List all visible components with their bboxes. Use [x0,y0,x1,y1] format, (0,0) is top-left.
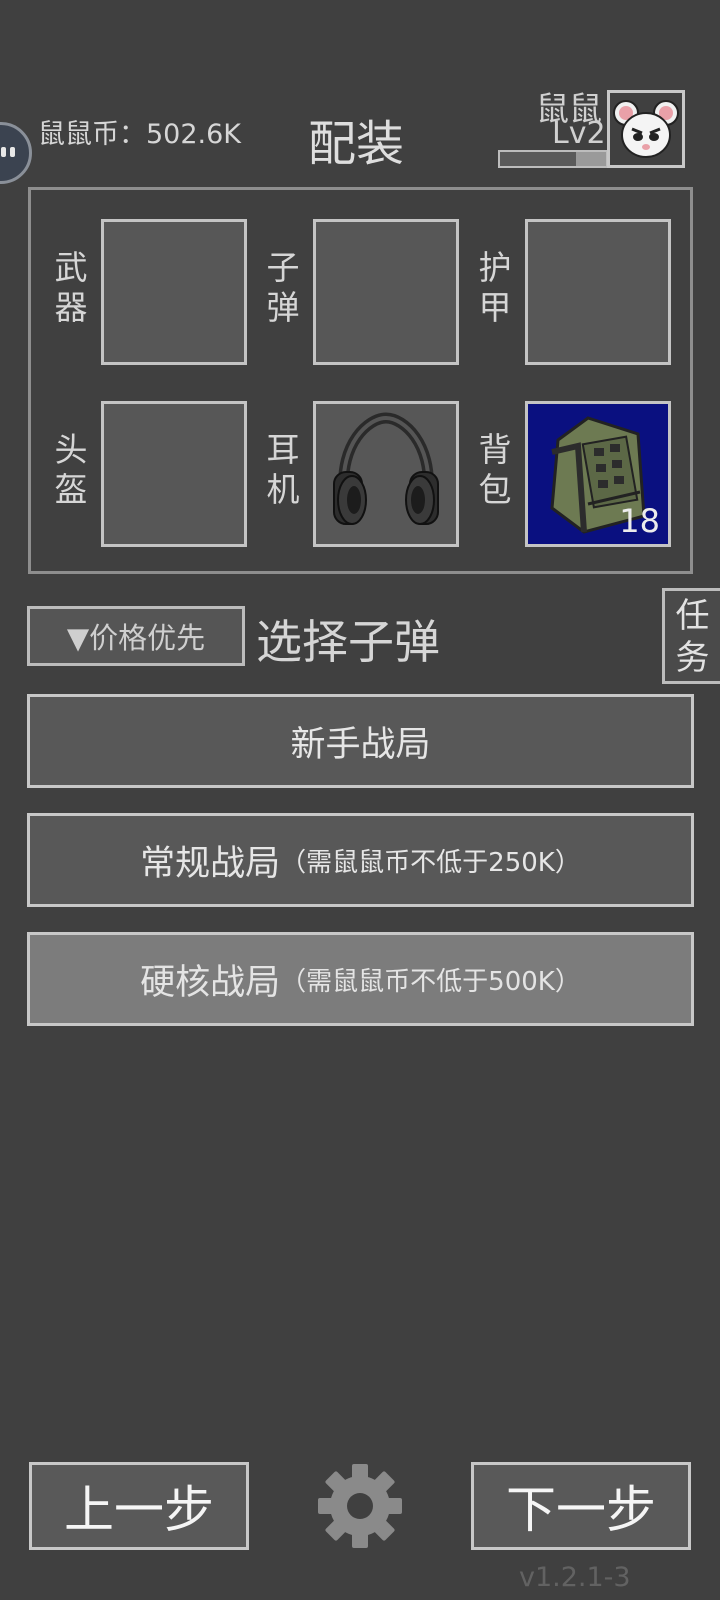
ammo-slot[interactable] [313,219,459,365]
page-title: 配装 [308,116,405,172]
task-label-line2: 务 [675,638,710,678]
xp-progress-fill [500,152,577,166]
coin-balance: 鼠鼠币：502.6K [38,112,241,151]
slot-label-ammo: 子弹 [266,248,300,327]
coin-label: 鼠鼠币： [38,119,146,150]
mode-name: 硬核战局 [140,962,281,1003]
equipment-panel: 武器 子弹 护甲 头盔 耳机 背包 18 [28,187,693,574]
helmet-slot[interactable] [101,401,247,547]
mode-requirement: （需鼠鼠币不低于250K） [280,847,581,878]
task-button[interactable]: 任 务 [662,588,720,684]
mode-name: 常规战局 [140,843,281,884]
mode-requirement: （需鼠鼠币不低于500K） [280,966,581,997]
weapon-slot[interactable] [101,219,247,365]
headset-slot[interactable] [313,401,459,547]
player-level: Lv2 [552,116,606,151]
beginner-match-button[interactable]: 新手战局 [27,694,694,788]
xp-progress-bar [498,150,608,168]
floating-assistant-button[interactable] [0,122,32,184]
slot-label-helmet: 头盔 [54,430,88,509]
select-ammo-label[interactable]: 选择子弹 [256,606,440,672]
slot-label-headset: 耳机 [266,430,300,509]
hardcore-match-button[interactable]: 硬核战局 （需鼠鼠币不低于500K） [27,932,694,1026]
armor-slot[interactable] [525,219,671,365]
backpack-slot[interactable]: 18 [525,401,671,547]
headphones-icon [333,412,439,525]
player-avatar[interactable] [607,90,685,168]
sort-by-price-button[interactable]: ▼价格优先 [27,606,245,666]
assistant-eye-right-icon [10,147,15,157]
gear-icon [318,1464,402,1548]
coin-value: 502.6K [146,119,242,150]
slot-label-armor: 护甲 [478,248,512,327]
mouse-avatar-icon [613,100,679,158]
assistant-eye-left-icon [1,147,6,157]
settings-button[interactable] [316,1462,404,1550]
version-label: v1.2.1-3 [519,1562,631,1593]
next-step-button[interactable]: 下一步 [471,1462,691,1550]
regular-match-button[interactable]: 常规战局 （需鼠鼠币不低于250K） [27,813,694,907]
task-label-line1: 任 [675,596,710,636]
slot-label-backpack: 背包 [478,430,512,509]
slot-label-weapon: 武器 [54,248,88,327]
backpack-count: 18 [619,502,660,540]
mode-name: 新手战局 [290,724,431,765]
previous-step-button[interactable]: 上一步 [29,1462,249,1550]
